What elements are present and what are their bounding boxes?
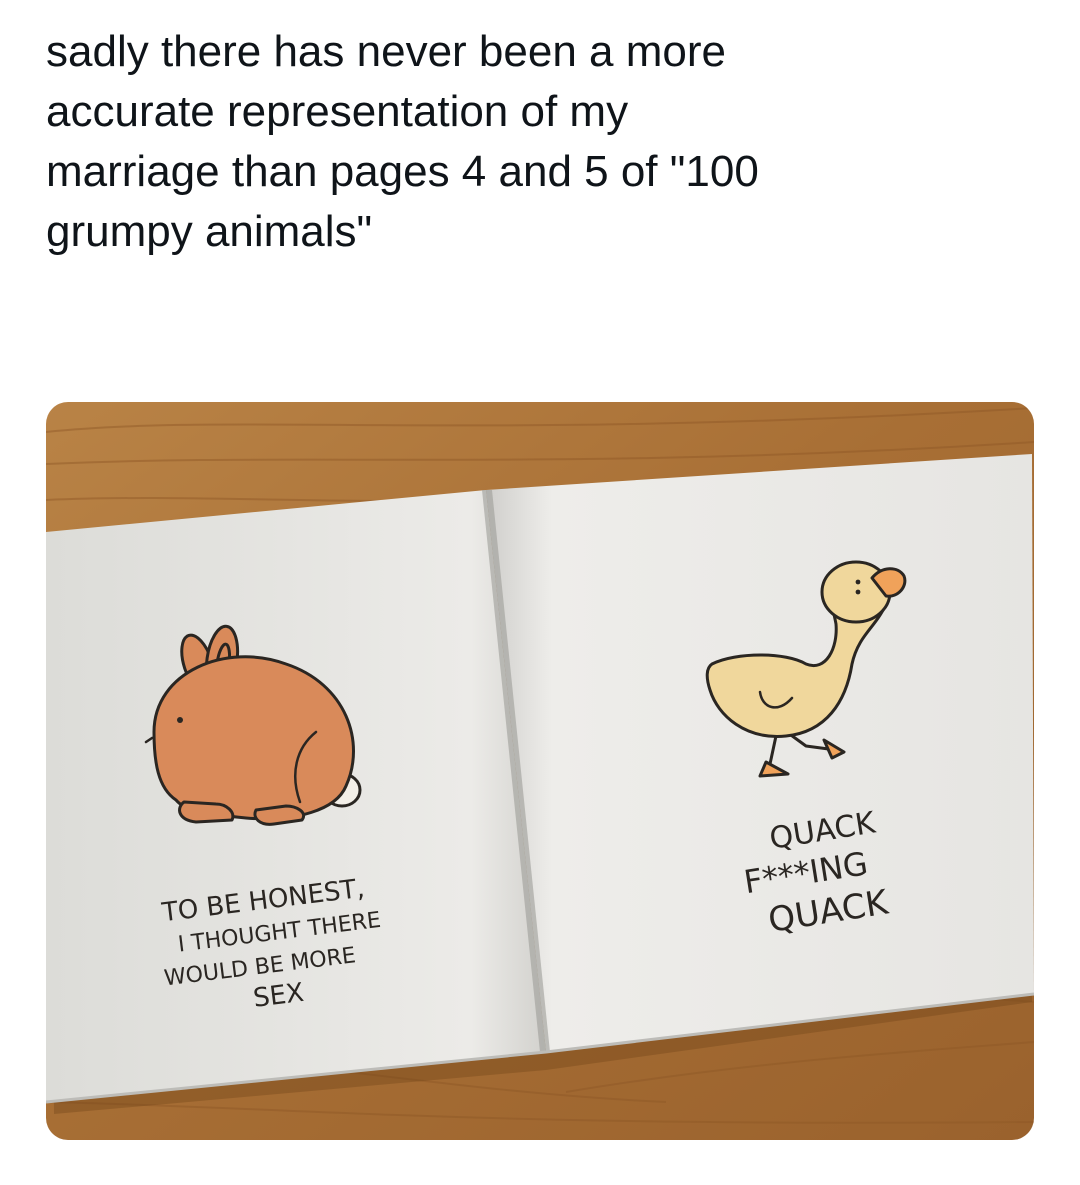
left-page-text-line: SEX <box>252 978 306 1014</box>
caption-line: marriage than pages 4 and 5 of "100 <box>46 147 759 196</box>
caption-line: accurate representation of my <box>46 87 629 136</box>
post-photo[interactable]: TO BE HONEST, I THOUGHT THERE WOULD BE M… <box>46 402 1034 1140</box>
caption-line: grumpy animals" <box>46 207 373 256</box>
caption-line: sadly there has never been a more <box>46 27 726 76</box>
book-photo-illustration: TO BE HONEST, I THOUGHT THERE WOULD BE M… <box>46 402 1034 1140</box>
post-caption: sadly there has never been a more accura… <box>46 22 1046 262</box>
book-right-page <box>486 454 1034 1052</box>
